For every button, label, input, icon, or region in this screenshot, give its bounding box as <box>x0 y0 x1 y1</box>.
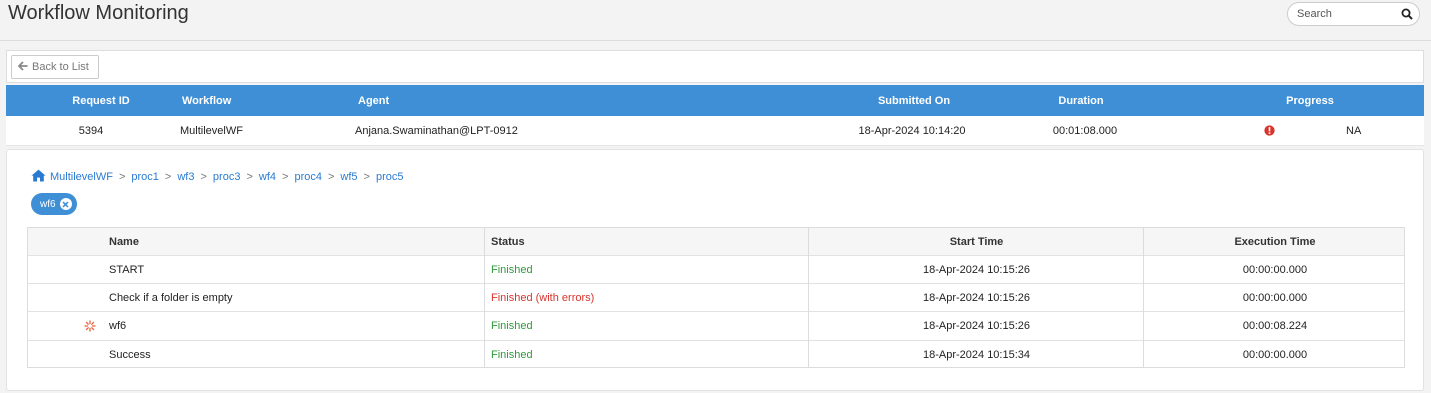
breadcrumb: MultilevelWF > proc1 > wf3 > proc3 > wf4… <box>31 169 404 185</box>
header-divider <box>0 40 1431 41</box>
table-row[interactable]: START Finished 18-Apr-2024 10:15:26 00:0… <box>28 256 1404 284</box>
breadcrumb-separator: > <box>282 171 289 183</box>
filter-chip-wf6: wf6 <box>31 193 77 215</box>
step-name: START <box>109 263 145 276</box>
step-name: Success <box>109 348 151 361</box>
close-circle-icon[interactable] <box>59 198 72 210</box>
home-icon[interactable] <box>31 169 50 185</box>
back-to-list-button[interactable]: Back to List <box>11 55 99 79</box>
chip-label: wf6 <box>40 198 56 210</box>
step-status: Finished <box>491 320 533 332</box>
table-row[interactable]: Check if a folder is empty Finished (wit… <box>28 284 1404 312</box>
step-start-time: 18-Apr-2024 10:15:34 <box>922 348 1031 361</box>
breadcrumb-item-wf3[interactable]: wf3 <box>177 171 194 183</box>
col-status[interactable]: Status <box>491 228 691 255</box>
step-status: Finished <box>491 263 533 276</box>
back-button-label: Back to List <box>32 61 89 73</box>
duration-value: 00:01:08.000 <box>1052 124 1118 137</box>
arrow-left-icon <box>17 60 28 74</box>
breadcrumb-item-proc3[interactable]: proc3 <box>213 171 241 183</box>
step-name: Check if a folder is empty <box>109 291 233 304</box>
step-name: wf6 <box>109 320 127 332</box>
table-row[interactable]: Success Finished 18-Apr-2024 10:15:34 00… <box>28 341 1404 368</box>
column-divider <box>484 228 485 367</box>
breadcrumb-separator: > <box>363 171 370 183</box>
subworkflow-icon[interactable] <box>84 312 98 340</box>
col-progress[interactable]: Progress <box>1260 85 1360 116</box>
breadcrumb-separator: > <box>200 171 207 183</box>
step-start-time: 18-Apr-2024 10:15:26 <box>922 263 1031 276</box>
toolbar: Back to List <box>6 50 1424 83</box>
col-start-time[interactable]: Start Time <box>809 228 1144 255</box>
col-submitted-on[interactable]: Submitted On <box>854 85 974 116</box>
table-row[interactable]: wf6 Finished 18-Apr-2024 10:15:26 00:00:… <box>28 312 1404 341</box>
col-agent[interactable]: Agent <box>358 85 458 116</box>
col-execution-time[interactable]: Execution Time <box>1144 228 1406 255</box>
breadcrumb-separator: > <box>246 171 253 183</box>
agent-value: Anjana.Swaminathan@LPT-0912 <box>355 124 518 137</box>
submitted-on-value: 18-Apr-2024 10:14:20 <box>858 124 966 137</box>
step-execution-time: 00:00:00.000 <box>1242 348 1308 361</box>
progress-value: NA <box>1346 124 1362 137</box>
search-input[interactable] <box>1297 8 1397 20</box>
col-request-id[interactable]: Request ID <box>46 85 156 116</box>
step-start-time: 18-Apr-2024 10:15:26 <box>922 291 1031 304</box>
steps-table-header: Name Status Start Time Execution Time <box>28 228 1404 256</box>
step-execution-time: 00:00:00.000 <box>1242 291 1308 304</box>
page-title: Workflow Monitoring <box>8 2 189 24</box>
steps-table: Name Status Start Time Execution Time ST… <box>27 227 1405 368</box>
col-workflow[interactable]: Workflow <box>182 85 282 116</box>
search-box[interactable] <box>1287 2 1420 26</box>
workflow-detail-panel: MultilevelWF > proc1 > wf3 > proc3 > wf4… <box>6 149 1424 391</box>
step-start-time: 18-Apr-2024 10:15:26 <box>922 320 1031 332</box>
column-divider <box>1143 228 1144 367</box>
request-id-value: 5394 <box>78 124 104 137</box>
request-table-header: Request ID Workflow Agent Submitted On D… <box>6 85 1424 116</box>
col-name[interactable]: Name <box>109 228 309 255</box>
breadcrumb-item-proc4[interactable]: proc4 <box>294 171 322 183</box>
search-icon[interactable] <box>1401 8 1413 20</box>
request-row[interactable]: 5394 MultilevelWF Anjana.Swaminathan@LPT… <box>6 116 1424 146</box>
error-icon[interactable] <box>1264 116 1278 145</box>
column-divider <box>808 228 809 367</box>
breadcrumb-item-wf5[interactable]: wf5 <box>340 171 357 183</box>
step-execution-time: 00:00:00.000 <box>1242 263 1308 276</box>
breadcrumb-separator: > <box>118 171 126 183</box>
breadcrumb-item-multilevelwf[interactable]: MultilevelWF <box>50 171 113 183</box>
breadcrumb-separator: > <box>327 171 335 183</box>
breadcrumb-item-wf4[interactable]: wf4 <box>259 171 276 183</box>
breadcrumb-separator: > <box>164 171 172 183</box>
breadcrumb-item-proc1[interactable]: proc1 <box>131 171 159 183</box>
step-status: Finished (with errors) <box>491 291 595 304</box>
col-duration[interactable]: Duration <box>1036 85 1126 116</box>
step-status: Finished <box>491 348 533 361</box>
step-execution-time: 00:00:08.224 <box>1242 320 1308 332</box>
breadcrumb-item-proc5[interactable]: proc5 <box>376 171 404 183</box>
workflow-value: MultilevelWF <box>180 124 243 137</box>
